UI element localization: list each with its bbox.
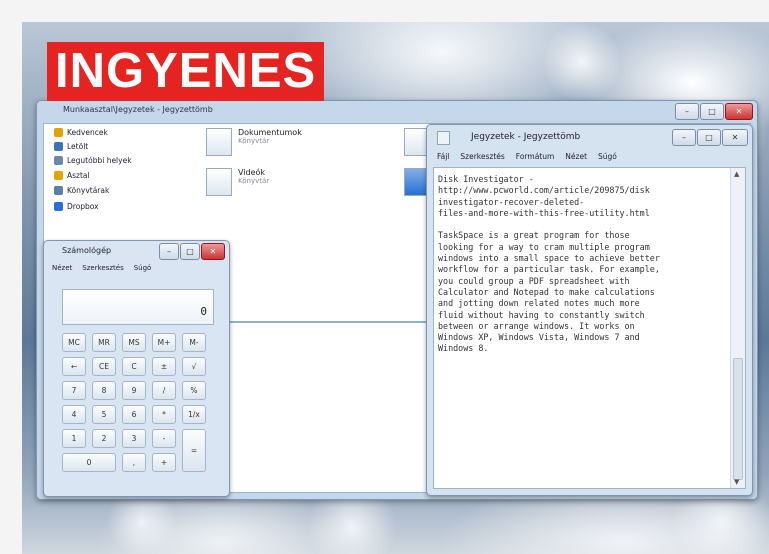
notepad-text-area[interactable]: Disk Investigator - http://www.pcworld.c… <box>433 167 746 489</box>
menu-edit[interactable]: Szerkesztés <box>82 264 123 272</box>
key-add[interactable]: + <box>152 453 176 472</box>
maximize-button[interactable]: □ <box>697 129 721 146</box>
key-7[interactable]: 7 <box>62 381 86 400</box>
minimize-button[interactable]: – <box>675 103 699 120</box>
key-subtract[interactable]: - <box>152 429 176 448</box>
scroll-down-icon[interactable]: ▼ <box>734 478 739 486</box>
key-reciprocal[interactable]: 1/x <box>182 405 206 424</box>
key-divide[interactable]: / <box>152 381 176 400</box>
scrollbar-thumb[interactable] <box>733 358 743 480</box>
key-mc[interactable]: MC <box>62 333 86 352</box>
menu-view[interactable]: Nézet <box>565 152 587 161</box>
navigation-pane: Kedvencek Letölt Legutóbbi helyek Asztal… <box>44 124 164 244</box>
menu-format[interactable]: Formátum <box>516 152 555 161</box>
menu-help[interactable]: Súgó <box>598 152 617 161</box>
calculator-titlebar[interactable]: Számológép – □ ✕ <box>44 241 229 263</box>
library-icon <box>54 186 63 195</box>
key-5[interactable]: 5 <box>92 405 116 424</box>
explorer-titlebar[interactable]: Munkaasztal\Jegyzetek - Jegyzettömb – □ … <box>37 101 757 123</box>
file-item-documents[interactable]: Dokumentumok Könyvtár <box>206 128 302 156</box>
file-type: Könyvtár <box>238 177 270 185</box>
menu-file[interactable]: Fájl <box>437 152 449 161</box>
key-ms[interactable]: MS <box>122 333 146 352</box>
minimize-button[interactable]: – <box>672 129 696 146</box>
nav-item-label: Letölt <box>67 142 89 151</box>
notepad-icon <box>437 131 450 145</box>
key-sqrt[interactable]: √ <box>182 357 206 376</box>
key-1[interactable]: 1 <box>62 429 86 448</box>
key-m-plus[interactable]: M+ <box>152 333 176 352</box>
key-2[interactable]: 2 <box>92 429 116 448</box>
file-item-videos[interactable]: Videók Könyvtár <box>206 168 269 196</box>
nav-item-label: Kedvencek <box>67 128 108 137</box>
nav-item-label: Dropbox <box>67 202 99 211</box>
videos-folder-icon <box>206 168 232 196</box>
key-equals[interactable]: = <box>182 429 206 472</box>
nav-item-label: Legutóbbi helyek <box>67 156 132 165</box>
nav-item-recent[interactable]: Legutóbbi helyek <box>54 156 132 165</box>
documents-folder-icon <box>206 128 232 156</box>
folder-icon <box>54 142 63 151</box>
nav-item-downloads[interactable]: Letölt <box>54 142 88 151</box>
key-8[interactable]: 8 <box>92 381 116 400</box>
scroll-up-icon[interactable]: ▲ <box>734 170 739 178</box>
menu-edit[interactable]: Szerkesztés <box>460 152 504 161</box>
nav-item-desktop[interactable]: Asztal <box>54 171 90 180</box>
nav-item-libraries[interactable]: Könyvtárak <box>54 186 109 195</box>
key-0[interactable]: 0 <box>62 453 116 472</box>
close-button[interactable]: ✕ <box>722 129 748 146</box>
notepad-window[interactable]: Jegyzetek - Jegyzettömb – □ ✕ Fájl Szerk… <box>426 124 753 496</box>
key-c[interactable]: C <box>122 357 146 376</box>
star-icon <box>54 128 63 137</box>
key-9[interactable]: 9 <box>122 381 146 400</box>
nav-item-label: Asztal <box>67 171 90 180</box>
minimize-button[interactable]: – <box>159 243 179 260</box>
maximize-button[interactable]: □ <box>700 103 724 120</box>
free-badge: INGYENES <box>47 42 325 101</box>
maximize-button[interactable]: □ <box>180 243 200 260</box>
file-type: Könyvtár <box>238 137 270 145</box>
calculator-title: Számológép <box>62 246 112 255</box>
key-6[interactable]: 6 <box>122 405 146 424</box>
key-mr[interactable]: MR <box>92 333 116 352</box>
notepad-title: Jegyzetek - Jegyzettömb <box>471 132 581 142</box>
notepad-text[interactable]: Disk Investigator - http://www.pcworld.c… <box>438 174 723 355</box>
notepad-menu: Fájl Szerkesztés Formátum Nézet Súgó <box>437 152 617 161</box>
vertical-scrollbar[interactable]: ▲ ▼ <box>730 168 745 488</box>
dropbox-icon <box>54 202 63 211</box>
key-percent[interactable]: % <box>182 381 206 400</box>
calculator-menu: Nézet Szerkesztés Súgó <box>52 264 151 272</box>
key-ce[interactable]: CE <box>92 357 116 376</box>
close-button[interactable]: ✕ <box>201 243 225 260</box>
calculator-display: 0 <box>62 289 214 325</box>
nav-item-label: Könyvtárak <box>67 186 110 195</box>
display-value: 0 <box>200 305 207 318</box>
key-4[interactable]: 4 <box>62 405 86 424</box>
menu-help[interactable]: Súgó <box>134 264 152 272</box>
close-button[interactable]: ✕ <box>725 103 753 120</box>
key-m-minus[interactable]: M- <box>182 333 206 352</box>
explorer-title: Munkaasztal\Jegyzetek - Jegyzettömb <box>63 105 213 114</box>
key-decimal[interactable]: , <box>122 453 146 472</box>
file-name: Dokumentumok <box>238 128 302 137</box>
key-multiply[interactable]: * <box>152 405 176 424</box>
file-name: Videók <box>238 168 266 177</box>
notepad-titlebar[interactable]: Jegyzetek - Jegyzettömb – □ ✕ <box>427 125 752 149</box>
recent-icon <box>54 156 63 165</box>
nav-item-favorites[interactable]: Kedvencek <box>54 128 108 137</box>
key-backspace[interactable]: ← <box>62 357 86 376</box>
key-plus-minus[interactable]: ± <box>152 357 176 376</box>
key-3[interactable]: 3 <box>122 429 146 448</box>
desktop-icon <box>54 171 63 180</box>
menu-view[interactable]: Nézet <box>52 264 72 272</box>
calculator-window[interactable]: Számológép – □ ✕ Nézet Szerkesztés Súgó … <box>43 240 230 497</box>
nav-item-dropbox[interactable]: Dropbox <box>54 202 99 211</box>
